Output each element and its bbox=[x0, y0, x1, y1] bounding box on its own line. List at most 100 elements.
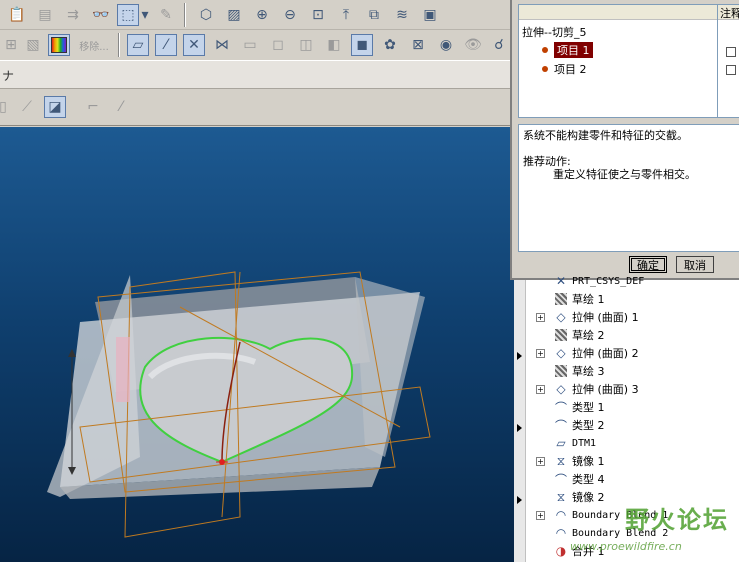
failed-feature-name[interactable]: 拉伸--切剪_5 bbox=[522, 24, 586, 40]
model-tree-label: 草绘 3 bbox=[572, 365, 605, 378]
datum-points-icon[interactable]: ✕ bbox=[183, 34, 205, 56]
sketch-icon bbox=[554, 292, 568, 306]
bullet-icon bbox=[542, 66, 548, 72]
view-display-icon[interactable]: ◉ bbox=[435, 34, 457, 56]
message-line: 重定义特征使之与零件相交。 bbox=[553, 168, 696, 181]
datum-planes-icon[interactable]: ▱ bbox=[127, 34, 149, 56]
note-checkbox-1[interactable] bbox=[726, 47, 736, 57]
model-tree-label: DTM1 bbox=[572, 437, 597, 449]
layers-icon[interactable]: ≋ bbox=[391, 4, 413, 26]
expand-icon[interactable]: + bbox=[536, 348, 545, 358]
model-tree-label: 镜像 1 bbox=[572, 455, 605, 468]
refit-icon[interactable]: ⊡ bbox=[307, 4, 329, 26]
cancel-button[interactable]: 取消 bbox=[676, 256, 714, 273]
datum-plane-icon: ▱ bbox=[556, 436, 566, 450]
model-tree-label: 类型 4 bbox=[572, 473, 605, 486]
style-surface-icon: ⌒ bbox=[554, 400, 567, 415]
regenerate-icon[interactable]: ⇉ bbox=[62, 4, 84, 26]
message-caret: ナ bbox=[2, 69, 15, 83]
chevron-down-icon[interactable]: ▾ bbox=[140, 4, 150, 26]
eye-hide-icon[interactable]: ☌ bbox=[488, 34, 510, 56]
failure-tree-header bbox=[519, 5, 717, 20]
saved-views-icon[interactable]: ⧉ bbox=[363, 4, 385, 26]
resolve-dialog: 拉伸--切剪_5 项目 1 项目 2 注释 系统不能构建零件和特征的交截。 推荐… bbox=[510, 0, 739, 280]
style-surface-icon: ⌒ bbox=[554, 472, 567, 487]
datum-axes-icon[interactable]: ⁄ bbox=[155, 34, 177, 56]
model-tree-label: 拉伸 (曲面) 3 bbox=[572, 383, 639, 396]
axis-tool-icon[interactable]: ⁄ bbox=[110, 96, 132, 118]
rectangle-tool-icon[interactable]: ⌐ bbox=[82, 96, 104, 118]
failure-item-2[interactable]: 项目 2 bbox=[542, 61, 587, 77]
toolbar-display: ⊞ ▧ 移除... ▱ ⁄ ✕ ⋈ ▭ ◻ ◫ ◧ ◼ ✿ ⊠ ◉ 👁 ☌ bbox=[0, 30, 510, 60]
extrude-surface-icon: ◇ bbox=[556, 346, 566, 360]
extrude-surface-icon: ◇ bbox=[556, 382, 566, 396]
mirror-icon: ⧖ bbox=[556, 453, 566, 468]
separator bbox=[184, 3, 186, 27]
line-tool-icon[interactable]: ⟋ bbox=[16, 96, 38, 118]
shading-icon[interactable]: ◼ bbox=[351, 34, 373, 56]
toolbar-main: 📋 ▤ ⇉ 👓 ⬚ ▾ ✎ ⬡ ▨ ⊕ ⊖ ⊡ ⤒ ⧉ ≋ ▣ bbox=[0, 0, 510, 30]
sketch-icon bbox=[554, 364, 568, 378]
toolbar-filter: ▯ ⟋ ◪ ⌐ ⁄ bbox=[0, 89, 510, 126]
close-window-icon[interactable]: ⊠ bbox=[407, 34, 429, 56]
color-appearance-icon[interactable] bbox=[48, 34, 70, 56]
model-viewport[interactable] bbox=[0, 127, 514, 562]
model-tree-label: 镜像 2 bbox=[572, 491, 605, 504]
wireframe-icon[interactable]: ◻ bbox=[267, 34, 289, 56]
sketch-icon bbox=[554, 328, 568, 342]
expand-icon[interactable]: + bbox=[536, 312, 545, 322]
ok-button[interactable]: 确定 bbox=[629, 256, 667, 273]
boundary-blend-icon: ◠ bbox=[555, 526, 567, 540]
model-tree-label: 类型 2 bbox=[572, 419, 605, 432]
model-tree-label: 拉伸 (曲面) 1 bbox=[572, 311, 639, 324]
boundary-blend-icon: ◠ bbox=[555, 508, 567, 522]
find-icon[interactable]: 👓 bbox=[90, 4, 112, 26]
select-tool-icon[interactable]: ▯ bbox=[0, 96, 14, 118]
diagnostic-message: 系统不能构建零件和特征的交截。 推荐动作: 重定义特征使之与零件相交。 bbox=[518, 124, 739, 252]
coordinate-systems-icon[interactable]: ⋈ bbox=[211, 34, 233, 56]
edit-icon[interactable]: ✎ bbox=[155, 4, 177, 26]
expand-icon[interactable]: + bbox=[536, 456, 545, 466]
model-tree-label: 拉伸 (曲面) 2 bbox=[572, 347, 639, 360]
csys-icon: ✕ bbox=[555, 274, 567, 288]
bullet-icon bbox=[542, 47, 548, 53]
zoom-window-icon[interactable]: ▨ bbox=[223, 4, 245, 26]
watermark-url: www.proewildfire.cn bbox=[570, 540, 682, 553]
note-column: 注释 bbox=[718, 4, 739, 118]
paste-icon[interactable]: 📋 bbox=[6, 4, 28, 26]
message-line: 系统不能构建零件和特征的交截。 bbox=[523, 129, 688, 142]
note-checkbox-2[interactable] bbox=[726, 65, 736, 75]
model-graphics bbox=[47, 271, 431, 538]
select-box-icon[interactable]: ⬚ bbox=[117, 4, 139, 26]
zoom-in-icon[interactable]: ⊕ bbox=[251, 4, 273, 26]
zoom-out-icon[interactable]: ⊖ bbox=[279, 4, 301, 26]
remove-button[interactable]: 移除... bbox=[76, 34, 112, 56]
spin-center-icon[interactable]: ▭ bbox=[239, 34, 261, 56]
mirror-icon: ⧖ bbox=[556, 489, 566, 504]
expand-icon[interactable]: + bbox=[536, 384, 545, 394]
hide-icon[interactable]: ▧ bbox=[22, 34, 44, 56]
expand-icon[interactable]: + bbox=[536, 510, 545, 520]
message-line: 推荐动作: bbox=[523, 155, 571, 168]
model-tree-label: 类型 1 bbox=[572, 401, 605, 414]
paste-special-icon[interactable]: ▤ bbox=[34, 4, 56, 26]
watermark-text: 野火论坛 bbox=[625, 506, 729, 534]
datum-display-icon[interactable]: ⊞ bbox=[0, 34, 22, 56]
view-manager-icon[interactable]: ▣ bbox=[419, 4, 441, 26]
extrude-surface-icon: ◇ bbox=[556, 310, 566, 324]
failure-item-1[interactable]: 项目 1 bbox=[542, 42, 593, 58]
toolbar-message-area bbox=[0, 60, 510, 89]
eye-icon[interactable]: 👁 bbox=[462, 34, 484, 56]
model-tree-label: 草绘 1 bbox=[572, 293, 605, 306]
style-surface-icon: ⌒ bbox=[554, 418, 567, 433]
orient-icon[interactable]: ⤒ bbox=[335, 4, 357, 26]
hidden-line-icon[interactable]: ◫ bbox=[295, 34, 317, 56]
model-tree-label: PRT_CSYS_DEF bbox=[572, 275, 645, 287]
merge-icon: ◑ bbox=[555, 544, 567, 558]
repaint-icon[interactable]: ⬡ bbox=[195, 4, 217, 26]
separator bbox=[118, 33, 120, 57]
note-header: 注释 bbox=[718, 5, 739, 20]
appearance-gallery-icon[interactable]: ✿ bbox=[379, 34, 401, 56]
plane-select-icon[interactable]: ◪ bbox=[44, 96, 66, 118]
no-hidden-icon[interactable]: ◧ bbox=[323, 34, 345, 56]
